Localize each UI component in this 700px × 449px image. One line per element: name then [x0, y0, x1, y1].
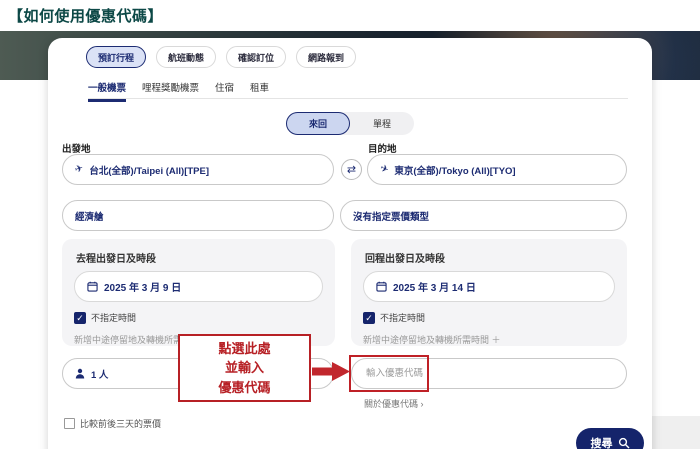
outbound-no-time-row: ✓ 不指定時間 [74, 311, 323, 324]
return-panel-header: 回程出發日及時段 [365, 250, 615, 265]
compare-fares-label: 比較前後三天的票價 [80, 417, 161, 430]
search-button[interactable]: 搜尋 [576, 428, 644, 449]
outbound-date-panel: 去程出發日及時段 2025 年 3 月 9 日 ✓ 不指定時間 新增中途停留地及… [62, 239, 335, 346]
passengers-value: 1 人 [91, 367, 108, 381]
return-no-time-row: ✓ 不指定時間 [363, 311, 615, 324]
origin-label: 出發地 [62, 141, 91, 155]
annotation-arrow-icon [312, 362, 350, 381]
compare-fares-checkbox[interactable] [64, 418, 75, 429]
calendar-icon [376, 281, 387, 292]
annotation-line-1: 點選此處 [218, 339, 270, 359]
booking-widget-card: 預訂行程 航班動態 確認訂位 網路報到 一般機票 哩程獎勵機票 住宿 租車 來回… [48, 38, 652, 449]
return-date-field[interactable]: 2025 年 3 月 14 日 [363, 271, 615, 302]
person-icon [75, 368, 85, 379]
return-no-time-label: 不指定時間 [380, 311, 425, 324]
swap-origin-destination-button[interactable]: ⇄ [341, 159, 362, 180]
about-promo-code-link[interactable]: 關於優惠代碼 › [364, 397, 424, 410]
tab-book-trip[interactable]: 預訂行程 [86, 46, 146, 68]
destination-field[interactable]: ✈ 東京(全部)/Tokyo (All)[TYO] [367, 154, 627, 185]
toggle-round-trip[interactable]: 來回 [286, 112, 350, 135]
annotation-line-2: 並輸入 [225, 358, 264, 378]
outbound-no-time-checkbox[interactable]: ✓ [74, 312, 86, 324]
outbound-date-field[interactable]: 2025 年 3 月 9 日 [74, 271, 323, 302]
tab-online-checkin[interactable]: 網路報到 [296, 46, 356, 68]
arrival-plane-icon: ✈ [378, 163, 390, 176]
return-no-time-checkbox[interactable]: ✓ [363, 312, 375, 324]
tab-manage-booking[interactable]: 確認訂位 [226, 46, 286, 68]
cabin-class-select[interactable]: 經濟艙 [62, 200, 334, 231]
subtabs-divider [88, 98, 628, 99]
calendar-icon [87, 281, 98, 292]
return-date-panel: 回程出發日及時段 2025 年 3 月 14 日 ✓ 不指定時間 新增中途停留地… [351, 239, 627, 346]
outbound-date-value: 2025 年 3 月 9 日 [104, 279, 181, 294]
annotation-line-3: 優惠代碼 [218, 378, 270, 398]
destination-value: 東京(全部)/Tokyo (All)[TYO] [394, 163, 515, 177]
return-date-value: 2025 年 3 月 14 日 [393, 279, 476, 294]
fare-type-value: 沒有指定票價類型 [353, 209, 429, 223]
compare-fares-row: 比較前後三天的票價 [64, 417, 161, 430]
departure-plane-icon: ✈ [74, 163, 85, 176]
page-background-corner [651, 416, 700, 449]
toggle-one-way[interactable]: 單程 [350, 117, 414, 130]
return-add-stopover-link[interactable]: 新增中途停留地及轉機所需時間 ＋ [363, 333, 615, 346]
swap-icon: ⇄ [347, 163, 356, 176]
main-tabs: 預訂行程 航班動態 確認訂位 網路報到 [86, 46, 356, 68]
annotation-callout: 點選此處 並輸入 優惠代碼 [178, 334, 311, 402]
outbound-no-time-label: 不指定時間 [91, 311, 136, 324]
origin-field[interactable]: ✈ 台北(全部)/Taipei (All)[TPE] [62, 154, 334, 185]
screenshot-stage: 【如何使用優惠代碼】 預訂行程 航班動態 確認訂位 網路報到 一般機票 哩程獎勵… [0, 0, 700, 449]
promo-code-input[interactable] [351, 358, 627, 389]
origin-value: 台北(全部)/Taipei (All)[TPE] [89, 163, 209, 177]
search-button-label: 搜尋 [591, 435, 613, 449]
trip-type-toggle: 來回 單程 [286, 112, 414, 135]
destination-label: 目的地 [368, 141, 397, 155]
tab-flight-status[interactable]: 航班動態 [156, 46, 216, 68]
page-title: 【如何使用優惠代碼】 [8, 5, 163, 26]
fare-type-select[interactable]: 沒有指定票價類型 [340, 200, 627, 231]
search-icon [618, 437, 630, 449]
outbound-panel-header: 去程出發日及時段 [76, 250, 323, 265]
promo-code-field-wrap [351, 358, 627, 389]
cabin-class-value: 經濟艙 [75, 209, 104, 223]
